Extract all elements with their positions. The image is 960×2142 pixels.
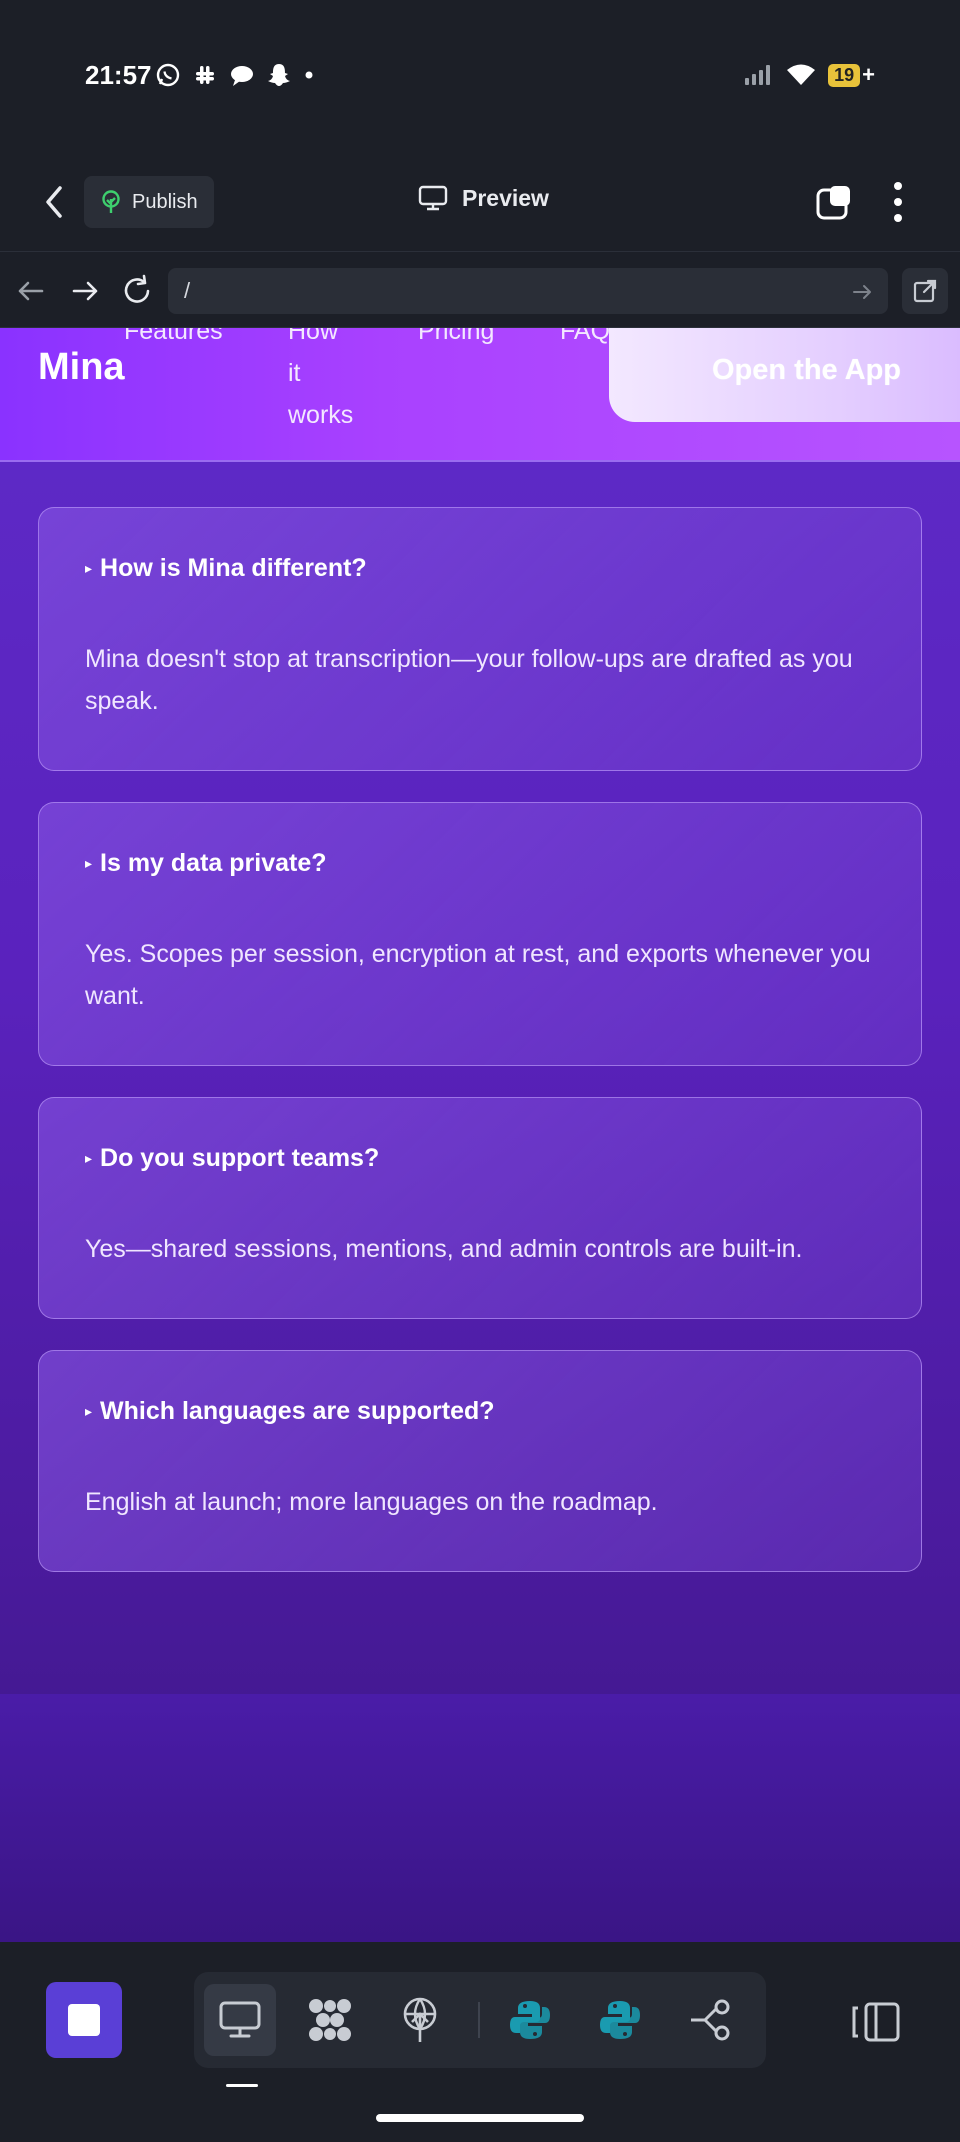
status-bar: 21:57 19 + bbox=[0, 0, 960, 150]
extensions-button[interactable] bbox=[294, 1984, 366, 2056]
dot-icon bbox=[305, 71, 313, 79]
share-button[interactable] bbox=[674, 1984, 746, 2056]
desktop-icon bbox=[219, 2001, 261, 2038]
site-brand[interactable]: Mina bbox=[38, 346, 125, 389]
site-preview: Mina Features How it works Pricing FAQ O… bbox=[0, 328, 960, 1942]
share-icon bbox=[691, 1999, 730, 2041]
faq-item[interactable]: ▸ Is my data private? Yes. Scopes per ses… bbox=[38, 802, 922, 1066]
battery-icon: 19 + bbox=[828, 62, 875, 88]
site-header: Mina Features How it works Pricing FAQ O… bbox=[0, 328, 960, 462]
publish-tree-icon bbox=[102, 190, 120, 213]
whatsapp-icon bbox=[156, 63, 180, 87]
deploy-button[interactable] bbox=[384, 1984, 456, 2056]
desktop-view-button[interactable] bbox=[204, 1984, 276, 2056]
tabs-icon[interactable] bbox=[816, 184, 854, 220]
faq-question[interactable]: ▸ Is my data private? bbox=[85, 849, 327, 878]
dotgrid-icon bbox=[309, 1999, 351, 2041]
nav-how-line-1: How bbox=[288, 328, 339, 345]
faq-answer: Yes—shared sessions, mentions, and admin… bbox=[85, 1235, 803, 1263]
bottom-dock bbox=[0, 1942, 960, 2142]
python-button-2[interactable] bbox=[584, 1984, 656, 2056]
antenna-icon bbox=[403, 1997, 437, 2042]
nav-link-how-it-works[interactable]: How it works bbox=[288, 328, 353, 436]
disclosure-triangle-icon: ▸ bbox=[85, 560, 93, 576]
nav-link-faq[interactable]: FAQ bbox=[560, 328, 610, 352]
nav-link-features[interactable]: Features bbox=[124, 328, 223, 352]
faq-item[interactable]: ▸ Do you support teams? Yes—shared sessio… bbox=[38, 1097, 922, 1319]
python-icon bbox=[600, 2001, 640, 2039]
dock-tool-group bbox=[194, 1972, 766, 2068]
go-arrow-icon[interactable] bbox=[850, 280, 874, 304]
back-chevron-icon[interactable] bbox=[40, 184, 68, 220]
home-indicator bbox=[376, 2114, 584, 2122]
wifi-icon bbox=[787, 64, 816, 85]
disclosure-triangle-icon: ▸ bbox=[85, 855, 93, 871]
panel-toggle-icon[interactable] bbox=[852, 2002, 900, 2042]
dock-separator bbox=[478, 2002, 480, 2038]
python-button-1[interactable] bbox=[494, 1984, 566, 2056]
faq-item[interactable]: ▸ How is Mina different? Mina doesn't sto… bbox=[38, 507, 922, 771]
url-input[interactable] bbox=[168, 268, 888, 314]
clock: 21:57 bbox=[85, 60, 152, 90]
nav-link-pricing[interactable]: Pricing bbox=[418, 328, 494, 352]
faq-question[interactable]: ▸ How is Mina different? bbox=[85, 554, 367, 583]
chat-icon bbox=[231, 66, 253, 86]
reload-icon[interactable] bbox=[120, 274, 154, 308]
monitor-icon bbox=[418, 185, 448, 211]
stop-button[interactable] bbox=[46, 1982, 122, 2058]
slack-icon bbox=[196, 66, 214, 84]
active-indicator bbox=[226, 2084, 258, 2087]
publish-label: Publish bbox=[132, 190, 198, 213]
signal-icon bbox=[745, 65, 771, 85]
python-icon bbox=[510, 2001, 550, 2039]
system-icons: 19 + bbox=[744, 62, 875, 88]
open-app-button[interactable]: Open the App bbox=[609, 328, 960, 422]
publish-button[interactable]: Publish bbox=[84, 176, 214, 228]
url-bar bbox=[0, 252, 960, 328]
nav-how-line-2: it bbox=[288, 359, 301, 387]
arrow-right-icon[interactable] bbox=[68, 274, 102, 308]
notification-icons bbox=[155, 62, 315, 88]
preview-label: Preview bbox=[462, 184, 549, 211]
faq-answer: Yes. Scopes per session, encryption at r… bbox=[85, 940, 871, 1010]
nav-how-line-3: works bbox=[288, 401, 354, 429]
arrow-left-icon[interactable] bbox=[14, 274, 48, 308]
faq-question[interactable]: ▸ Do you support teams? bbox=[85, 1144, 379, 1173]
faq-answer: Mina doesn't stop at transcription—your … bbox=[85, 645, 853, 715]
open-external-button[interactable] bbox=[902, 268, 948, 314]
external-link-icon bbox=[913, 279, 937, 303]
more-vertical-icon[interactable] bbox=[890, 180, 906, 224]
disclosure-triangle-icon: ▸ bbox=[85, 1150, 93, 1166]
faq-item[interactable]: ▸ Which languages are supported? English … bbox=[38, 1350, 922, 1572]
disclosure-triangle-icon: ▸ bbox=[85, 1403, 93, 1419]
preview-toggle[interactable]: Preview bbox=[418, 184, 549, 212]
faq-answer: English at launch; more languages on the… bbox=[85, 1488, 658, 1516]
app-toolbar: Publish Preview bbox=[0, 150, 960, 252]
snapchat-icon bbox=[268, 64, 290, 86]
faq-question[interactable]: ▸ Which languages are supported? bbox=[85, 1397, 495, 1426]
site-footer-area bbox=[0, 1694, 960, 1942]
